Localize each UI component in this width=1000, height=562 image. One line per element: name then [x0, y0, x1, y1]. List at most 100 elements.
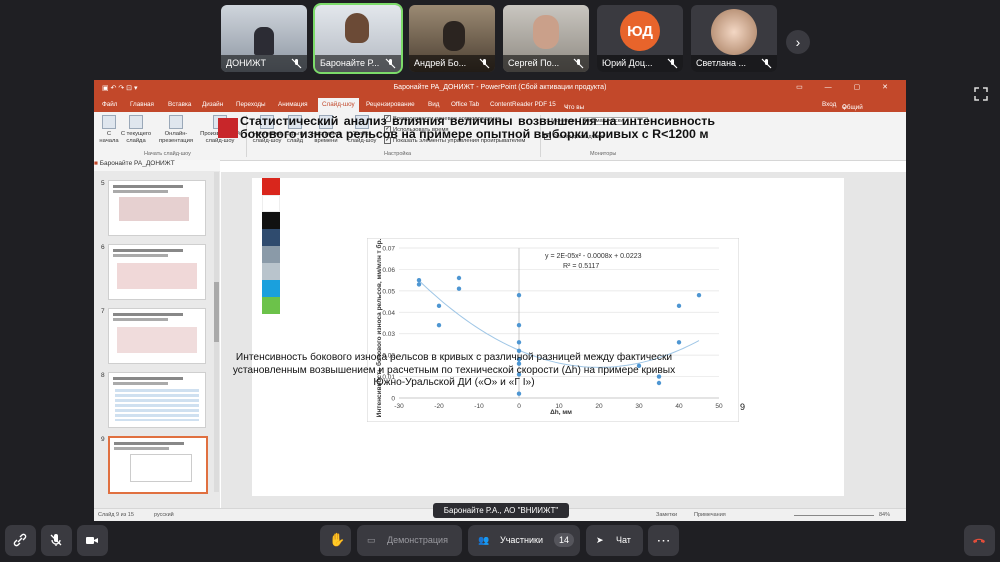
- tab-home[interactable]: Главная: [130, 101, 154, 108]
- thumbnail-scrollbar[interactable]: [214, 172, 219, 492]
- x-tick-label: 50: [715, 403, 723, 410]
- color-bar: [262, 297, 280, 314]
- mic-button[interactable]: [41, 525, 72, 556]
- slide-thumbnail[interactable]: [108, 244, 206, 300]
- ribbon-tabs: Файл Главная Вставка Дизайн Переходы Ани…: [94, 98, 906, 125]
- group-label: Настройка: [384, 151, 412, 157]
- color-bar: [262, 229, 280, 246]
- y-tick-label: 0.06: [382, 267, 395, 274]
- tab-file[interactable]: Файл: [102, 101, 117, 108]
- broadcast-icon: [169, 115, 183, 129]
- slide-page-number: 9: [740, 402, 746, 412]
- tab-animation[interactable]: Анимация: [278, 101, 308, 108]
- screenshare-button[interactable]: ▭ Демонстрация: [357, 525, 462, 556]
- data-point: [456, 286, 462, 291]
- x-tick-label: 30: [635, 403, 643, 410]
- camera-button[interactable]: [77, 525, 108, 556]
- x-tick-label: 40: [675, 403, 683, 410]
- x-tick-label: 0: [517, 403, 521, 410]
- color-bar: [262, 263, 280, 280]
- tab-review[interactable]: Рецензирование: [366, 101, 415, 108]
- zoom-slider[interactable]: [794, 515, 874, 516]
- tab-view[interactable]: Вид: [428, 101, 439, 108]
- y-axis-label: Интенсивность бокового износа рельсов, м…: [375, 238, 383, 417]
- window-controls[interactable]: ▭ — ▢ ✕: [796, 83, 898, 91]
- more-button[interactable]: ⋯: [648, 525, 679, 556]
- slide-thumbnail-selected[interactable]: [108, 436, 208, 494]
- next-participants-button[interactable]: ›: [786, 30, 810, 54]
- tab-slideshow[interactable]: Слайд-шоу: [318, 98, 359, 112]
- from-start-button[interactable]: С начала: [99, 115, 119, 144]
- participant-tile-active[interactable]: Баронайте Р...: [313, 3, 403, 74]
- window-title: Баронайте РА_ДОНИЖТ - PowerPoint (Сбой а…: [393, 84, 607, 91]
- participant-tile[interactable]: Сергей По...: [503, 5, 589, 72]
- y-tick-label: 0.05: [382, 288, 395, 295]
- y-tick-label: 0.04: [382, 310, 395, 317]
- tab-transitions[interactable]: Переходы: [236, 101, 266, 108]
- participants-button[interactable]: 👥 Участники 14: [468, 525, 580, 556]
- hand-icon: ✋: [329, 532, 346, 547]
- mic-off-icon: [291, 58, 302, 69]
- person-silhouette: [533, 15, 559, 49]
- chat-button[interactable]: ➤ Чат: [586, 525, 643, 556]
- participant-tile[interactable]: Андрей Бо...: [409, 5, 495, 72]
- mic-off-icon: [573, 58, 584, 69]
- mic-off-icon: [667, 58, 678, 69]
- color-bar: [262, 212, 280, 229]
- avatar: ЮД: [620, 11, 660, 51]
- participant-tile[interactable]: Светлана ...: [691, 5, 777, 72]
- tab-design[interactable]: Дизайн: [202, 101, 223, 108]
- x-tick-label: 20: [595, 403, 603, 410]
- link-button[interactable]: [5, 525, 36, 556]
- tab-office-tab[interactable]: Office Tab: [451, 101, 479, 108]
- fullscreen-icon[interactable]: [974, 87, 988, 101]
- slide-thumbnail[interactable]: [108, 372, 206, 428]
- trend-equation: y = 2E-05x² - 0.0008x + 0.0223: [545, 253, 642, 260]
- camera-icon: [86, 537, 98, 544]
- color-bar: [262, 280, 280, 297]
- more-icon: ⋯: [656, 532, 671, 548]
- file-tab[interactable]: ■ Баронайте РА_ДОНИЖТ: [94, 160, 220, 171]
- y-tick-label: 0: [391, 396, 395, 403]
- color-bar: [262, 246, 280, 263]
- language: русский: [154, 512, 174, 518]
- online-presentation-button[interactable]: Онлайн-презентация: [158, 115, 194, 144]
- leave-call-button[interactable]: [964, 525, 995, 556]
- participant-tile[interactable]: ЮД Юрий Доц...: [597, 5, 683, 72]
- slide-thumbnail[interactable]: [108, 180, 206, 236]
- mic-off-icon: [761, 58, 772, 69]
- slide-number: 8: [101, 372, 105, 379]
- data-point: [516, 391, 522, 396]
- slide-number: 6: [101, 244, 105, 251]
- hangup-icon: [973, 538, 985, 543]
- slide-thumbnail[interactable]: [108, 308, 206, 364]
- x-tick-label: 10: [555, 403, 563, 410]
- play-icon: [129, 115, 143, 129]
- tab-contentreader[interactable]: ContentReader PDF 15: [490, 101, 556, 108]
- raise-hand-button[interactable]: ✋: [320, 525, 351, 556]
- from-current-button[interactable]: С текущего слайда: [120, 115, 152, 144]
- tab-insert[interactable]: Вставка: [168, 101, 191, 108]
- people-icon: 👥: [478, 535, 490, 545]
- data-point: [416, 277, 422, 283]
- x-tick-label: -20: [434, 403, 444, 410]
- chevron-right-icon: ›: [795, 34, 801, 50]
- comments-button[interactable]: Примечания: [694, 512, 726, 518]
- x-tick-label: -10: [474, 403, 484, 410]
- ppt-titlebar: ▣ ↶ ↷ ⊡ ▾ Баронайте РА_ДОНИЖТ - PowerPoi…: [94, 80, 906, 98]
- notes-button[interactable]: Заметки: [656, 512, 677, 518]
- trend-r2: R² = 0.5117: [563, 263, 599, 270]
- data-point: [456, 275, 462, 281]
- slide-number: 5: [101, 180, 105, 187]
- participant-tile[interactable]: ДОНИЖТ: [221, 5, 307, 72]
- data-point: [516, 322, 522, 328]
- login-link[interactable]: Вход: [822, 101, 836, 108]
- slide-number: 9: [101, 436, 105, 443]
- presenter-label: Баронайте Р.А., АО "ВНИИЖТ": [433, 503, 569, 518]
- person-silhouette: [254, 27, 274, 55]
- person-silhouette: [443, 21, 465, 51]
- data-point: [696, 292, 702, 298]
- participants-count: 14: [554, 533, 575, 547]
- screen-icon: ▭: [367, 535, 376, 545]
- y-tick-label: 0.03: [382, 331, 395, 338]
